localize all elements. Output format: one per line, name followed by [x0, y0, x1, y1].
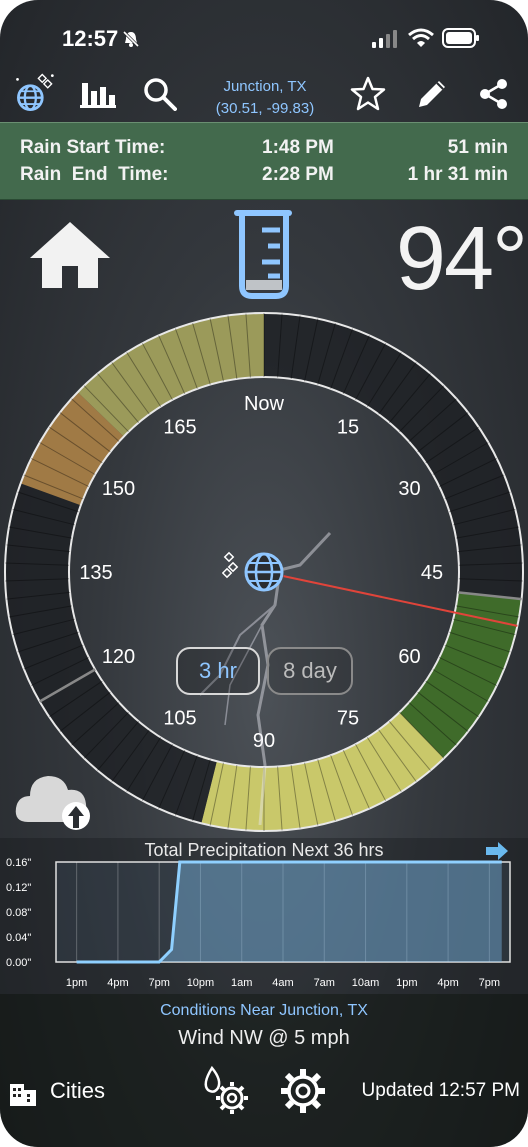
precip-x-tick: 4pm	[437, 977, 458, 989]
precip-y-tick: 0.12"	[6, 882, 31, 894]
dial-label: 120	[102, 646, 135, 668]
precip-y-tick: 0.16"	[6, 858, 31, 869]
precip-x-tick: 7am	[314, 977, 335, 989]
conditions-title[interactable]: Conditions Near Junction, TX	[0, 1002, 528, 1020]
updated-timestamp: Updated 12:57 PM	[361, 1080, 520, 1101]
wind-readout: Wind NW @ 5 mph	[178, 1027, 350, 1049]
precip-x-tick: 1pm	[396, 977, 417, 989]
dial-label: 30	[398, 478, 420, 500]
precip-x-tick: 4am	[272, 977, 293, 989]
precip-x-tick: 10pm	[187, 977, 215, 989]
precip-x-tick: 10am	[352, 977, 380, 989]
cities-button[interactable]: Cities	[50, 1078, 105, 1104]
dial-label: 165	[163, 417, 196, 439]
precip-x-tick: 1am	[231, 977, 252, 989]
precip-x-tick: 7pm	[479, 977, 500, 989]
precip-chart: 0.16" 0.12" 0.08" 0.04" 0.00" 1pm 4pm 7pm 10pm 1…	[6, 858, 511, 989]
dial-label: 135	[79, 562, 112, 584]
precip-y-tick: 0.00"	[6, 957, 31, 969]
toggle-8day[interactable]: 8 day	[267, 647, 353, 695]
dial-label: Now	[244, 393, 285, 415]
app-screen: 12:57 Junction, TX (30.51, -99.83) Rain …	[0, 0, 528, 1147]
building-icon[interactable]	[10, 1078, 36, 1106]
precip-x-tick: 1pm	[66, 977, 87, 989]
toggle-3hr[interactable]: 3 hr	[176, 647, 260, 695]
center-globe-icon[interactable]	[222, 548, 290, 596]
precip-x-tick: 7pm	[148, 977, 169, 989]
dial-label: 45	[421, 562, 443, 584]
dial-label: 60	[398, 646, 420, 668]
dial-label: 15	[337, 417, 359, 439]
precip-y-tick: 0.04"	[6, 932, 31, 944]
cloud-upload-icon[interactable]	[14, 766, 94, 834]
settings-gear-icon[interactable]	[278, 1066, 328, 1116]
precip-x-tick: 4pm	[107, 977, 128, 989]
rain-settings-icon[interactable]	[198, 1064, 250, 1116]
dial-label: 150	[102, 478, 135, 500]
precip-y-tick: 0.08"	[6, 907, 31, 919]
